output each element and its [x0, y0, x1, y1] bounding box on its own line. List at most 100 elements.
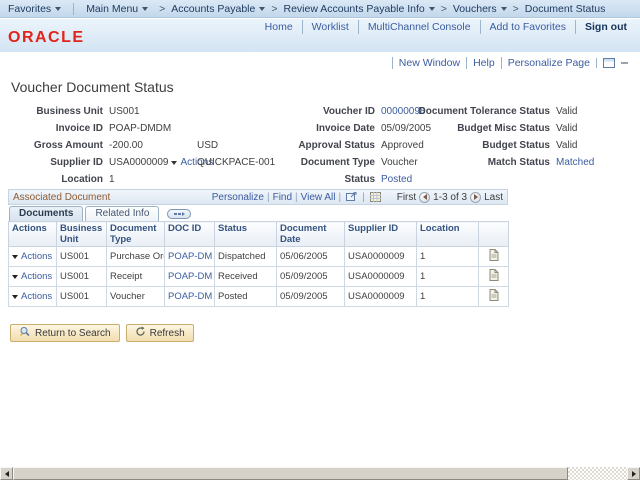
- cell-location: 1: [417, 247, 479, 267]
- field-label: Supplier ID: [0, 157, 103, 168]
- document-icon[interactable]: [489, 273, 499, 284]
- footer-buttons: Return to Search Refresh: [10, 324, 194, 342]
- field-label: Invoice Date: [280, 123, 375, 134]
- main-menu[interactable]: Main Menu: [78, 3, 156, 15]
- doc-id-link[interactable]: POAP-DM: [168, 271, 212, 282]
- add-to-favorites-link[interactable]: Add to Favorites: [480, 20, 575, 34]
- row-actions-caret-icon[interactable]: [12, 295, 18, 299]
- doc-id-link[interactable]: POAP-DM: [168, 251, 212, 262]
- groupbox-header: Associated Document Personalize | Find |…: [8, 189, 508, 205]
- associated-document-table: Actions Business Unit Document Type DOC …: [8, 221, 509, 307]
- first-link[interactable]: First: [397, 192, 416, 203]
- row-actions-link[interactable]: Actions: [21, 291, 52, 302]
- prev-page-button[interactable]: [419, 192, 430, 203]
- cell-document: [479, 267, 509, 287]
- last-link[interactable]: Last: [484, 192, 503, 203]
- field-column-left: Business Unit US001 Invoice ID POAP-DMDM…: [0, 103, 300, 188]
- refresh-button[interactable]: Refresh: [126, 324, 194, 342]
- layout-grid-icon[interactable]: [603, 58, 615, 68]
- row-actions-link[interactable]: Actions: [21, 251, 52, 262]
- col-header-doc-id: DOC ID: [165, 222, 215, 247]
- next-page-button[interactable]: [470, 192, 481, 203]
- tab-related-info[interactable]: Related Info: [85, 206, 159, 221]
- zoom-popup-icon[interactable]: [346, 192, 357, 202]
- favorites-menu[interactable]: Favorites: [0, 3, 69, 15]
- portal-links: Home Worklist MultiChannel Console Add t…: [256, 20, 636, 34]
- field-value: Valid: [556, 123, 578, 134]
- field-label: Invoice ID: [0, 123, 103, 134]
- scroll-left-button[interactable]: [0, 467, 13, 480]
- match-status-link[interactable]: Matched: [556, 157, 594, 168]
- supplier-actions-caret-icon[interactable]: [171, 161, 177, 165]
- cell-document-type: Receipt: [107, 267, 165, 287]
- field-business-unit: Business Unit US001: [0, 103, 300, 120]
- grid-pagination: First 1-3 of 3 Last: [397, 192, 503, 203]
- cell-location: 1: [417, 267, 479, 287]
- col-header-location: Location: [417, 222, 479, 247]
- cell-supplier-id: USA0000009: [345, 267, 417, 287]
- table-row: Actions US001 Voucher POAP-DM Posted 05/…: [9, 287, 509, 307]
- home-link[interactable]: Home: [256, 20, 302, 34]
- personalize-page-link[interactable]: Personalize Page: [501, 57, 596, 69]
- field-label: Location: [0, 174, 103, 185]
- oracle-logo: ORACLE: [8, 29, 85, 47]
- document-icon[interactable]: [489, 293, 499, 304]
- breadcrumb-item-accounts-payable[interactable]: Accounts Payable: [168, 3, 268, 15]
- cell-document: [479, 247, 509, 267]
- personalize-link[interactable]: Personalize: [212, 192, 264, 203]
- scrollbar-thumb[interactable]: [13, 467, 568, 480]
- show-all-columns-icon[interactable]: [167, 209, 191, 219]
- cell-supplier-id: USA0000009: [345, 287, 417, 307]
- cell-status: Posted: [215, 287, 277, 307]
- field-label: Business Unit: [0, 106, 103, 117]
- cell-supplier-id: USA0000009: [345, 247, 417, 267]
- left-arrow-icon: [423, 194, 427, 200]
- breadcrumb-separator: >: [156, 3, 168, 15]
- worklist-link[interactable]: Worklist: [302, 20, 358, 34]
- field-budget-misc-status: Budget Misc Status Valid: [390, 120, 640, 137]
- multichannel-console-link[interactable]: MultiChannel Console: [358, 20, 480, 34]
- right-arrow-icon: [632, 471, 636, 477]
- field-label: Voucher ID: [280, 106, 375, 117]
- col-header-blank: [479, 222, 509, 247]
- field-location: Location 1: [0, 171, 300, 188]
- breadcrumb-separator: >: [510, 3, 522, 15]
- field-invoice-id: Invoice ID POAP-DMDM: [0, 120, 300, 137]
- breadcrumb-item-vouchers[interactable]: Vouchers: [450, 3, 510, 15]
- find-link[interactable]: Find: [273, 192, 292, 203]
- field-value: -200.00: [109, 140, 143, 151]
- row-actions-caret-icon[interactable]: [12, 275, 18, 279]
- scroll-right-button[interactable]: [627, 467, 640, 480]
- field-label: Status: [280, 174, 375, 185]
- status-posted-link[interactable]: Posted: [381, 174, 412, 185]
- breadcrumb-separator: >: [268, 3, 280, 15]
- main-menu-label: Main Menu: [86, 3, 138, 15]
- cell-business-unit: US001: [57, 247, 107, 267]
- cell-document-type: Purchase Order: [107, 247, 165, 267]
- cell-location: 1: [417, 287, 479, 307]
- doc-id-link[interactable]: POAP-DM: [168, 291, 212, 302]
- document-icon[interactable]: [489, 253, 499, 264]
- download-grid-icon[interactable]: [370, 192, 381, 202]
- return-to-search-icon: [19, 326, 31, 340]
- collapse-dash-icon[interactable]: [621, 62, 628, 64]
- breadcrumb-separator: >: [438, 3, 450, 15]
- scrollbar-track[interactable]: [568, 467, 627, 480]
- help-link[interactable]: Help: [466, 57, 501, 69]
- field-label: Document Type: [280, 157, 375, 168]
- view-all-link[interactable]: View All: [301, 192, 336, 203]
- chevron-down-icon: [259, 7, 265, 11]
- new-window-link[interactable]: New Window: [392, 57, 466, 69]
- col-header-document-date: Document Date: [277, 222, 345, 247]
- page-title: Voucher Document Status: [11, 79, 174, 95]
- row-actions-link[interactable]: Actions: [21, 271, 52, 282]
- row-actions-caret-icon[interactable]: [12, 255, 18, 259]
- tab-documents[interactable]: Documents: [9, 206, 83, 221]
- breadcrumb-item-review-ap-info[interactable]: Review Accounts Payable Info: [280, 3, 437, 15]
- return-to-search-button[interactable]: Return to Search: [10, 324, 120, 342]
- divider: [73, 3, 74, 15]
- pagebar: New Window Help Personalize Page: [392, 57, 634, 69]
- sign-out-link[interactable]: Sign out: [575, 20, 636, 34]
- field-label: Approval Status: [280, 140, 375, 151]
- supplier-short-name: QUICKPACE-001: [197, 157, 275, 168]
